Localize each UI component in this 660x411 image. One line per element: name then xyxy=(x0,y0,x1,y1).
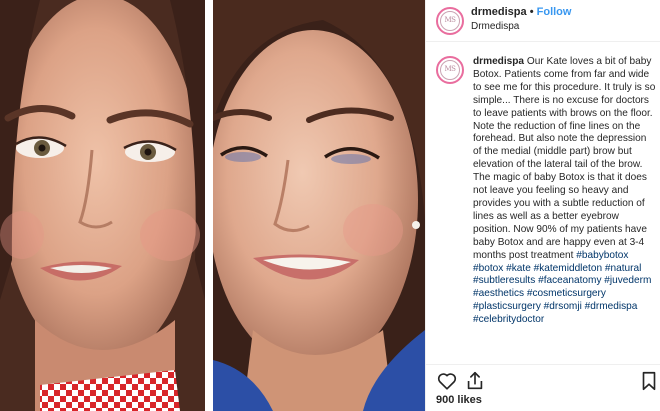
caption-avatar[interactable]: MS xyxy=(436,56,464,84)
after-photo xyxy=(213,0,425,411)
caption-body: Our Kate loves a bit of baby Botox. Pati… xyxy=(473,56,656,261)
avatar-monogram: MS xyxy=(444,16,456,24)
caption-avatar-monogram: MS xyxy=(444,65,456,73)
heart-icon[interactable] xyxy=(436,370,458,392)
bookmark-icon[interactable] xyxy=(638,370,660,392)
header-username-line: drmedispa • Follow xyxy=(471,6,571,18)
header-separator: • xyxy=(529,6,534,18)
caption-section: MS drmedispa Our Kate loves a bit of bab… xyxy=(426,52,660,362)
post-header: MS drmedispa • Follow Drmedispa xyxy=(426,0,660,42)
header-subtitle: Drmedispa xyxy=(471,21,520,32)
action-bar xyxy=(426,364,660,394)
likes-count[interactable]: 900 likes xyxy=(436,394,482,406)
avatar[interactable]: MS xyxy=(436,7,464,35)
before-photo xyxy=(0,0,205,411)
follow-button[interactable]: Follow xyxy=(537,6,572,18)
caption-username[interactable]: drmedispa xyxy=(473,56,524,67)
instagram-post: MS drmedispa • Follow Drmedispa MS drmed… xyxy=(0,0,660,411)
share-icon[interactable] xyxy=(464,370,486,392)
caption-text: drmedispa Our Kate loves a bit of baby B… xyxy=(473,56,656,327)
post-media[interactable] xyxy=(0,0,425,411)
header-username[interactable]: drmedispa xyxy=(471,6,527,18)
post-sidebar: MS drmedispa • Follow Drmedispa MS drmed… xyxy=(425,0,660,411)
